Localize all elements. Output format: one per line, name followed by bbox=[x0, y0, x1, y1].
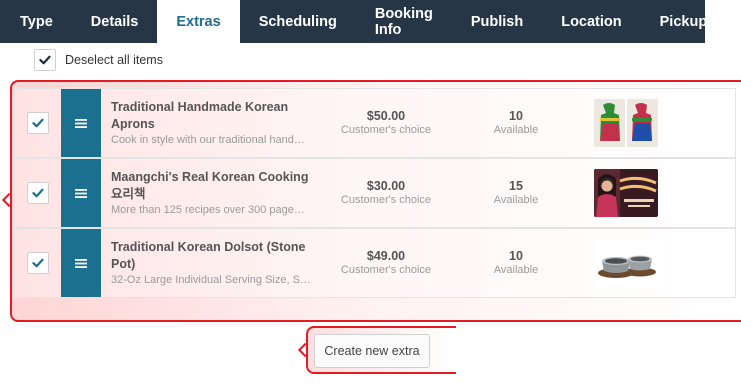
tab-details[interactable]: Details bbox=[72, 0, 158, 43]
extra-quantity-note: Available bbox=[493, 264, 539, 276]
extra-checkbox[interactable] bbox=[27, 252, 49, 274]
extra-price-note: Customer's choice bbox=[340, 124, 432, 136]
extra-row: Traditional Korean Dolsot (Stone Pot) 32… bbox=[14, 228, 736, 298]
extra-quantity: 15 bbox=[509, 179, 523, 193]
extra-price-note: Customer's choice bbox=[340, 264, 432, 276]
extra-row: Maangchi's Real Korean Cooking 요리책 More … bbox=[14, 158, 736, 228]
extra-price: $50.00 bbox=[366, 109, 406, 123]
extra-quantity: 10 bbox=[509, 249, 523, 263]
drag-handle[interactable] bbox=[61, 159, 101, 227]
extra-description: Cook in style with our traditional hand… bbox=[111, 134, 305, 146]
extra-price: $30.00 bbox=[366, 179, 406, 193]
extra-description: More than 125 recipes over 300 page… bbox=[111, 204, 305, 216]
tab-bar: Type Details Extras Scheduling Booking I… bbox=[0, 0, 715, 43]
extra-price: $49.00 bbox=[366, 249, 406, 263]
extra-title: Traditional Handmade Korean Aprons bbox=[111, 100, 289, 131]
extra-quantity: 10 bbox=[509, 109, 523, 123]
extra-title: Traditional Korean Dolsot (Stone Pot) bbox=[111, 240, 306, 271]
tab-publish[interactable]: Publish bbox=[452, 0, 542, 43]
deselect-all-label: Deselect all items bbox=[65, 53, 163, 67]
extra-description: 32-Oz Large Individual Serving Size, S… bbox=[111, 274, 311, 286]
cookbook-thumbnail bbox=[594, 169, 658, 217]
extras-list: Traditional Handmade Korean Aprons Cook … bbox=[14, 88, 736, 298]
drag-handle-icon bbox=[75, 118, 87, 128]
checkmark-icon bbox=[32, 188, 44, 198]
extra-quantity-note: Available bbox=[493, 194, 539, 206]
checkmark-icon bbox=[32, 118, 44, 128]
create-new-extra-button[interactable]: Create new extra bbox=[314, 334, 430, 368]
drag-handle[interactable] bbox=[61, 229, 101, 297]
drag-handle-icon bbox=[75, 188, 87, 198]
stone-pot-thumbnail bbox=[594, 239, 658, 287]
extra-row: Traditional Handmade Korean Aprons Cook … bbox=[14, 88, 736, 158]
checkmark-icon bbox=[32, 258, 44, 268]
checkmark-icon bbox=[39, 55, 51, 65]
tab-pickups[interactable]: Pickups bbox=[641, 0, 735, 43]
deselect-all-checkbox[interactable] bbox=[34, 49, 56, 71]
extra-checkbox[interactable] bbox=[27, 112, 49, 134]
extra-quantity-note: Available bbox=[493, 124, 539, 136]
deselect-all-control[interactable]: Deselect all items bbox=[34, 49, 163, 71]
extra-checkbox[interactable] bbox=[27, 182, 49, 204]
drag-handle-icon bbox=[75, 258, 87, 268]
extra-title: Maangchi's Real Korean Cooking 요리책 bbox=[111, 170, 309, 201]
tab-type[interactable]: Type bbox=[0, 0, 72, 43]
tab-location[interactable]: Location bbox=[542, 0, 640, 43]
tab-scheduling[interactable]: Scheduling bbox=[240, 0, 356, 43]
aprons-thumbnail bbox=[594, 99, 658, 147]
tab-extras[interactable]: Extras bbox=[157, 0, 240, 43]
extra-price-note: Customer's choice bbox=[340, 194, 432, 206]
drag-handle[interactable] bbox=[61, 89, 101, 157]
tab-booking-info[interactable]: Booking Info bbox=[356, 0, 452, 43]
